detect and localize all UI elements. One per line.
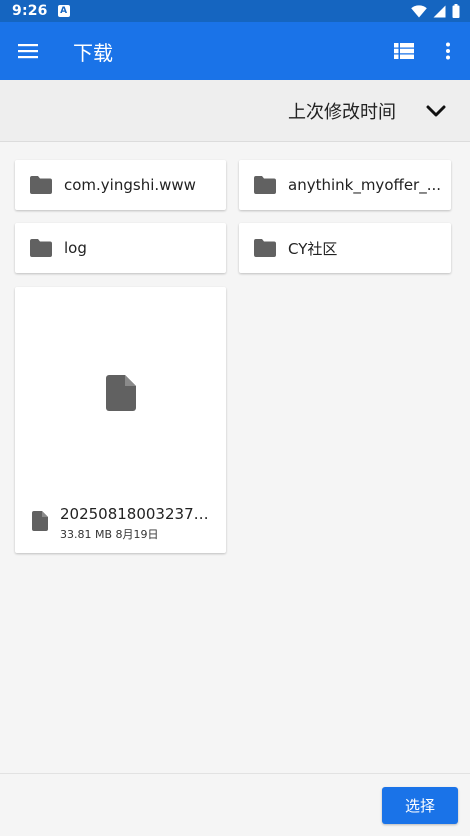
folder-card[interactable]: com.yingshi.www [15, 160, 226, 210]
signal-icon [433, 5, 446, 17]
folder-icon [29, 236, 53, 260]
file-size: 33.81 MB [60, 528, 113, 541]
file-text: 20250818003237.... 33.81 MB 8月19日 [60, 505, 210, 542]
list-view-button[interactable] [382, 22, 426, 80]
file-name: 20250818003237.... [60, 505, 210, 523]
folder-icon [29, 173, 53, 197]
file-icon [105, 375, 136, 411]
folder-name: log [64, 239, 87, 257]
folder-icon [253, 173, 277, 197]
status-icons [411, 4, 460, 18]
more-options-button[interactable] [426, 22, 470, 80]
file-meta: 33.81 MB 8月19日 [60, 526, 210, 542]
folder-name: anythink_myoffer_... [288, 176, 442, 194]
notification-icon: A [57, 5, 70, 17]
menu-button[interactable] [0, 22, 56, 80]
list-view-icon [394, 43, 414, 59]
sort-bar[interactable]: 上次修改时间 [0, 80, 470, 142]
battery-icon [452, 4, 460, 18]
folder-card[interactable]: log [15, 223, 226, 273]
folder-name: com.yingshi.www [64, 176, 196, 194]
folder-card[interactable]: CY社区 [239, 223, 451, 273]
notification-glyph: A [60, 5, 68, 16]
file-info: 20250818003237.... 33.81 MB 8月19日 [15, 505, 226, 553]
app-bar-actions [382, 22, 470, 80]
file-type-icon [32, 511, 48, 535]
app-bar: 下载 [0, 22, 470, 80]
folder-card[interactable]: anythink_myoffer_... [239, 160, 451, 210]
folder-icon [253, 236, 277, 260]
select-button[interactable]: 选择 [382, 787, 458, 824]
status-bar: 9:26 A [0, 0, 470, 22]
chevron-down-icon[interactable] [426, 105, 446, 117]
more-vert-icon [446, 42, 450, 60]
bottom-bar: 选择 [0, 773, 470, 836]
menu-icon [18, 44, 38, 59]
status-time: 9:26 [12, 3, 48, 19]
page-title: 下载 [73, 40, 113, 65]
file-picker-screen: 9:26 A 下载 上次修改时间 com.yingshi.www anythin… [0, 0, 470, 836]
file-date: 8月19日 [115, 528, 159, 541]
wifi-icon [411, 4, 427, 18]
file-preview [15, 287, 226, 499]
file-card[interactable]: 20250818003237.... 33.81 MB 8月19日 [15, 287, 226, 553]
sort-label: 上次修改时间 [288, 101, 396, 123]
folder-name: CY社区 [288, 239, 338, 258]
